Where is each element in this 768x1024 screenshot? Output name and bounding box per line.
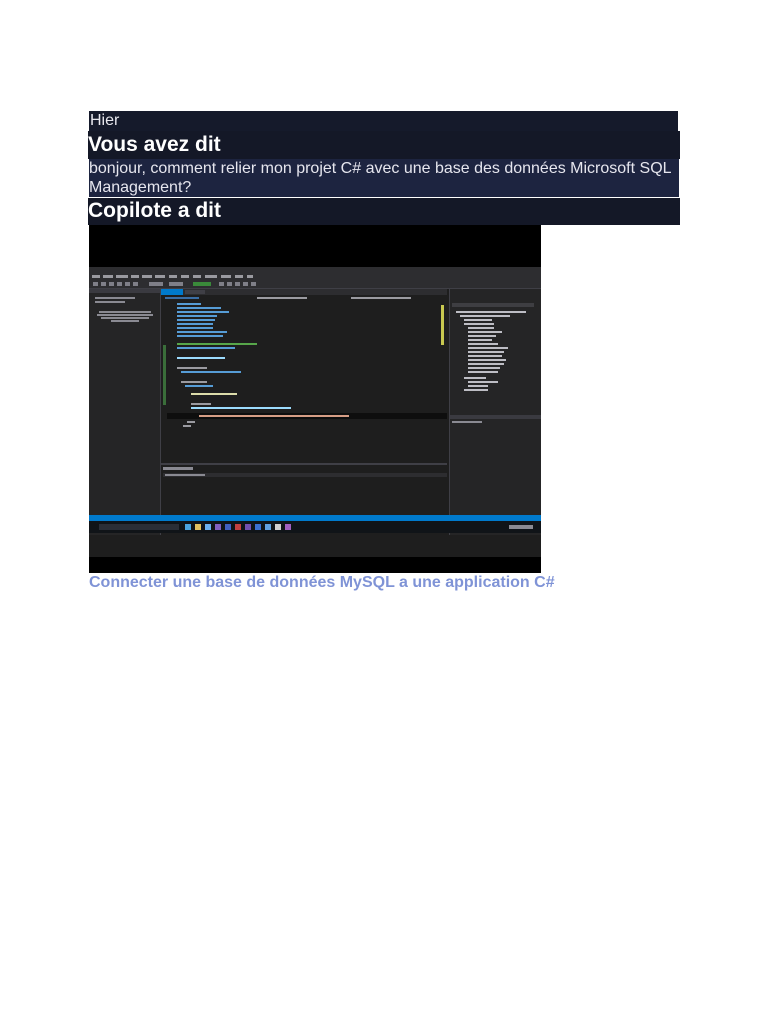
video-thumbnail[interactable] (89, 225, 541, 573)
user-message: bonjour, comment relier mon projet C# av… (89, 159, 679, 197)
vs-toolbar (89, 280, 541, 289)
visual-studio-screenshot (89, 267, 541, 557)
vs-server-explorer (89, 289, 161, 535)
windows-taskbar (89, 521, 541, 533)
copilot-heading: Copilote a dit (88, 198, 680, 225)
vs-solution-explorer (449, 289, 541, 535)
video-title-link[interactable]: Connecter une base de données MySQL a un… (89, 574, 555, 592)
user-heading: Vous avez dit (88, 131, 680, 159)
history-day-label: Hier (89, 111, 678, 131)
vs-code-editor (161, 295, 447, 461)
vs-menu-bar (89, 273, 541, 280)
